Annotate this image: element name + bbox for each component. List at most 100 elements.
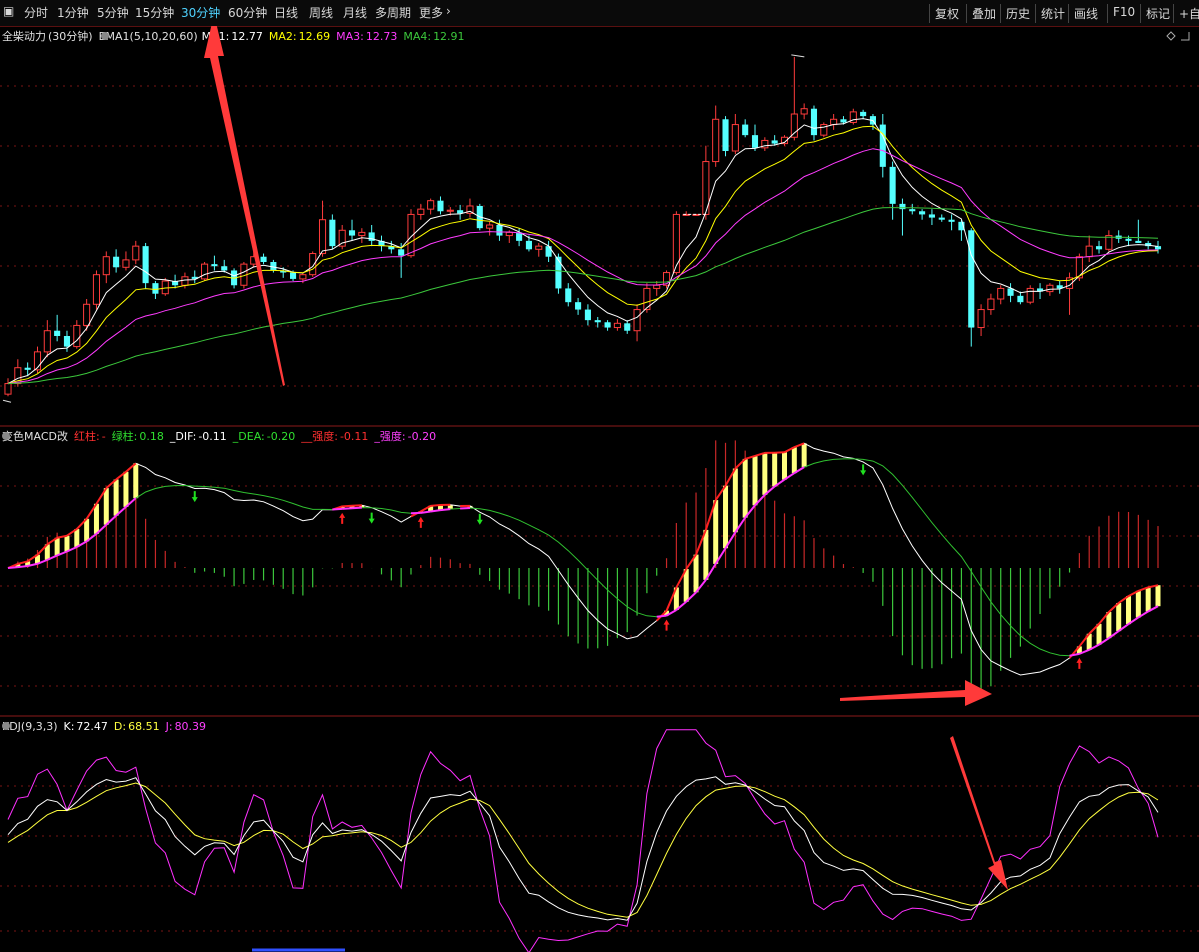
period-tab-2[interactable]: 5分钟	[97, 4, 129, 21]
period-tab-6[interactable]: 日线	[274, 4, 298, 21]
strength-bar	[713, 500, 719, 564]
candle-body	[1095, 246, 1103, 250]
diamond-icon	[1166, 31, 1176, 41]
strength-bar	[781, 452, 787, 480]
macd-panel[interactable]	[7, 440, 1161, 694]
dea-rising-segment	[656, 614, 667, 618]
strength-bar	[801, 443, 807, 468]
death-cross-arrow	[476, 513, 483, 525]
candle-body	[860, 111, 867, 117]
candle-body	[742, 124, 749, 136]
toolbar-button-3[interactable]: 统计	[1035, 4, 1070, 23]
period-tab-7[interactable]: 周线	[309, 4, 333, 21]
strength1-value: -0.11	[340, 430, 368, 443]
strength-bar	[103, 488, 109, 525]
candle-body	[751, 135, 759, 148]
candlestick-panel[interactable]	[2, 54, 1162, 403]
candle-body	[24, 367, 31, 370]
j-label: J:	[165, 720, 173, 733]
candle-body	[348, 230, 356, 236]
kdj-k-line	[7, 776, 1159, 921]
toolbar-button-4[interactable]: 画线	[1068, 4, 1103, 23]
toolbar-button-2[interactable]: 历史	[1000, 4, 1035, 23]
candle-body	[152, 283, 159, 294]
k-value: 72.47	[76, 720, 108, 733]
ma2-label: MA2:	[269, 30, 297, 43]
strength-bar	[732, 468, 738, 533]
toolbar-button-7[interactable]: +自	[1173, 4, 1199, 23]
period-tab-10[interactable]: 更多	[419, 4, 443, 21]
candle-body	[575, 302, 582, 310]
toolbar-button-6[interactable]: 标记	[1140, 4, 1175, 23]
strength1-label: __强度:	[300, 429, 338, 443]
candle-body	[997, 287, 1005, 300]
period-tab-5[interactable]: 60分钟	[228, 4, 267, 21]
candle-body	[132, 245, 140, 261]
candle-body	[879, 124, 886, 167]
panel-toggle-icon[interactable]: ▣	[3, 4, 14, 18]
candle-body	[142, 246, 149, 284]
green-bar-value: 0.18	[139, 430, 164, 443]
red-bar-label: 红柱:	[74, 429, 100, 443]
settings-dot-icon	[101, 32, 109, 40]
toolbar-button-0[interactable]: 复权	[929, 4, 964, 23]
candle-body	[122, 259, 130, 268]
dea-rising-segment	[7, 566, 18, 569]
candle-body	[889, 166, 896, 204]
k-label: K:	[64, 720, 75, 733]
period-tab-4[interactable]: 30分钟	[181, 4, 220, 21]
dea-rising-segment	[440, 508, 451, 512]
candle-body	[181, 276, 189, 286]
d-label: D:	[114, 720, 126, 733]
candle-body	[1085, 245, 1093, 258]
golden-cross-arrow	[417, 516, 424, 528]
period-label: (30分钟)	[48, 29, 93, 43]
candle-body	[43, 330, 51, 353]
candle-body	[712, 118, 720, 163]
period-tab-3[interactable]: 15分钟	[135, 4, 174, 21]
candle-body	[977, 309, 985, 329]
candle-body	[653, 284, 661, 289]
chevron-right-icon[interactable]: ›	[446, 4, 451, 18]
candle-body	[948, 219, 955, 222]
period-tab-9[interactable]: 多周期	[375, 4, 411, 21]
period-tab-1[interactable]: 1分钟	[57, 4, 89, 21]
dea-rising-segment	[17, 565, 28, 569]
chart-canvas[interactable]: 全柴动力(30分钟)EMA1(5,10,20,60)MA1:12.77MA2:1…	[0, 26, 1199, 952]
candle-body	[584, 309, 591, 321]
candle-body	[790, 113, 798, 138]
dif-rising-segment	[351, 504, 362, 507]
ma4-line	[7, 207, 1159, 385]
d-value: 68.51	[128, 720, 160, 733]
candle-body	[899, 203, 906, 210]
kdj-panel[interactable]	[7, 729, 1159, 952]
candle-body	[496, 225, 503, 236]
period-tab-0[interactable]: 分时	[24, 4, 48, 21]
high-marker	[791, 54, 805, 58]
strength-bar	[54, 537, 60, 556]
candle-body	[309, 253, 317, 276]
strength-bar	[123, 471, 129, 507]
strength-bar	[1145, 587, 1151, 612]
strength-bar	[74, 529, 80, 548]
strength2-value: -0.20	[408, 430, 436, 443]
candle-body	[1135, 240, 1142, 243]
candle-body	[624, 323, 631, 331]
period-tab-8[interactable]: 月线	[343, 4, 367, 21]
strength-bar	[64, 535, 70, 552]
toolbar-button-5[interactable]: F10	[1107, 4, 1140, 23]
toolbar-button-1[interactable]: 叠加	[966, 4, 1001, 23]
candle-body	[289, 272, 297, 279]
strength-bar	[772, 452, 778, 487]
candle-body	[545, 246, 552, 257]
dea-rising-segment	[351, 506, 362, 510]
dea-rising-segment	[342, 507, 353, 510]
ma1-value: 12.77	[231, 30, 263, 43]
low-marker	[2, 399, 12, 403]
strength-bar	[752, 455, 758, 506]
candle-body	[83, 303, 91, 326]
candle-body	[398, 249, 405, 256]
candle-body	[633, 309, 641, 332]
dif-rising-segment	[430, 503, 441, 507]
candle-body	[1026, 287, 1034, 303]
